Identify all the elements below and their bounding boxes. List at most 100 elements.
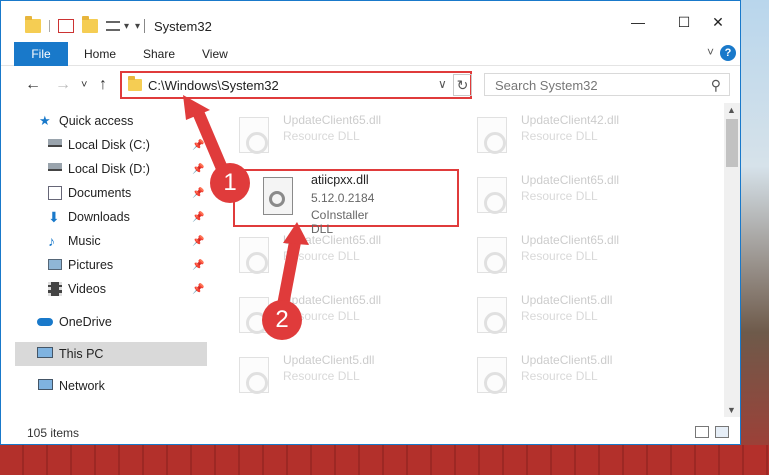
qat-dropdown-icon[interactable]: ▾ [135,21,140,32]
sidebar-item-music[interactable]: ♪ Music 📌 [1,229,208,253]
list-item[interactable]: UpdateClient5.dll Resource DLL [213,349,413,399]
list-item[interactable]: UpdateClient65.dll Resource DLL [213,229,413,279]
vertical-scrollbar[interactable]: ▲ ▼ [724,103,740,417]
sidebar-item-downloads[interactable]: ⬇ Downloads 📌 [1,205,208,229]
pin-icon[interactable]: 📌 [192,284,204,295]
address-dropdown-icon[interactable]: ∨ [438,77,447,91]
pin-icon[interactable]: 📌 [192,260,204,271]
sidebar-item-local-disk-c[interactable]: Local Disk (C:) 📌 [1,133,208,157]
sidebar-item-label: Quick access [59,114,134,128]
file-name: atiicpxx.dll [311,173,369,187]
tab-share[interactable]: Share [143,47,175,61]
highlighted-file-item[interactable]: atiicpxx.dll 5.12.0.2184 CoInstaller DLL [233,169,459,236]
pin-icon[interactable]: 📌 [192,236,204,247]
customize-icon[interactable] [106,21,120,31]
file-name: UpdateClient65.dll [521,233,620,247]
gear-icon [269,191,285,207]
pin-icon[interactable]: 📌 [192,164,204,175]
address-bar[interactable]: C:\Windows\System32 ∨ ↻ [120,71,472,99]
documents-icon [48,186,62,200]
cloud-icon [37,318,53,326]
pin-icon[interactable]: 📌 [192,212,204,223]
chevron-down-icon[interactable]: ▾ [124,21,129,32]
desktop-background-right [739,0,769,475]
tab-file[interactable]: File [14,42,68,66]
sidebar-item-onedrive[interactable]: OneDrive [1,310,208,334]
folder-icon [128,76,142,91]
properties-icon[interactable] [58,19,74,33]
dll-file-icon [477,297,507,334]
pictures-icon [48,259,62,270]
file-name: UpdateClient42.dll [521,113,620,127]
large-icons-view-icon[interactable] [715,426,729,438]
sidebar-item-documents[interactable]: Documents 📌 [1,181,208,205]
download-icon: ⬇ [48,209,60,225]
file-version: 5.12.0.2184 [311,191,375,205]
search-icon[interactable]: ⚲ [711,77,721,94]
refresh-button[interactable]: ↻ [453,74,472,96]
new-folder-icon[interactable] [82,16,98,33]
search-placeholder: Search System32 [495,78,598,93]
sidebar-item-pictures[interactable]: Pictures 📌 [1,253,208,277]
pin-icon[interactable]: 📌 [192,140,204,151]
list-item[interactable]: UpdateClient65.dll Resource DLL [451,229,651,279]
file-list: UpdateClient65.dll Resource DLL UpdateCl… [213,105,723,417]
scroll-down-icon[interactable]: ▼ [727,405,736,415]
computer-icon [37,347,53,358]
tab-view[interactable]: View [202,47,228,61]
dll-file-icon [477,177,507,214]
scrollbar-thumb[interactable] [726,119,738,167]
sidebar-item-local-disk-d[interactable]: Local Disk (D:) 📌 [1,157,208,181]
file-name: UpdateClient65.dll [521,173,620,187]
sidebar-item-this-pc[interactable]: This PC [15,342,207,366]
list-item[interactable]: UpdateClient65.dll Resource DLL [451,169,651,219]
star-icon: ★ [39,113,51,128]
navigation-pane: ★ Quick access Local Disk (C:) 📌 Local D… [1,105,208,417]
network-icon [38,379,53,390]
list-item[interactable]: UpdateClient65.dll Resource DLL [213,109,413,159]
scroll-up-icon[interactable]: ▲ [727,105,736,115]
file-type: Resource DLL [521,369,598,383]
title-separator [144,19,145,33]
annotation-badge-1: 1 [210,163,250,203]
file-type: Resource DLL [521,129,598,143]
annotation-badge-2: 2 [262,300,302,340]
search-input[interactable]: Search System32 ⚲ [484,73,730,96]
sidebar-item-videos[interactable]: Videos 📌 [1,277,208,301]
help-icon[interactable]: ? [720,45,736,61]
drive-icon [48,139,62,147]
file-type: Resource DLL [283,369,360,383]
recent-locations-button[interactable]: ˅ [81,79,87,91]
sidebar-item-label: Music [68,234,101,248]
list-item[interactable]: UpdateClient42.dll Resource DLL [451,109,651,159]
back-button[interactable]: ← [25,76,41,94]
title-bar: ▾ ▾ System32 — ☐ ✕ [1,1,740,39]
details-view-icon[interactable] [695,426,709,438]
sidebar-item-label: Videos [68,282,106,296]
list-item[interactable]: UpdateClient5.dll Resource DLL [451,349,651,399]
file-description: CoInstaller DLL [311,208,369,236]
sidebar-item-label: Local Disk (D:) [68,162,150,176]
sidebar-item-label: This PC [59,347,104,361]
status-bar: 105 items [1,421,740,444]
file-type: Resource DLL [283,129,360,143]
up-button[interactable]: ↑ [99,76,107,94]
minimize-button[interactable]: — [623,11,653,33]
pin-icon[interactable]: 📌 [192,188,204,199]
sidebar-item-quick-access[interactable]: ★ Quick access [1,109,208,133]
dll-file-icon [477,357,507,394]
list-item[interactable]: UpdateClient5.dll Resource DLL [451,289,651,339]
drive-icon [48,163,62,171]
close-button[interactable]: ✕ [703,11,733,33]
dll-file-icon [239,237,269,274]
list-item[interactable]: UpdateClient65.dll Resource DLL [213,289,413,339]
sidebar-item-label: Pictures [68,258,114,272]
dll-file-icon [477,237,507,274]
sidebar-item-network[interactable]: Network [1,374,208,398]
sidebar-item-label: Downloads [68,210,130,224]
ribbon-expand-icon[interactable]: ˅ [707,45,714,59]
forward-button[interactable]: → [55,76,71,94]
address-path[interactable]: C:\Windows\System32 [148,78,279,93]
maximize-button[interactable]: ☐ [669,11,699,33]
tab-home[interactable]: Home [84,47,116,61]
